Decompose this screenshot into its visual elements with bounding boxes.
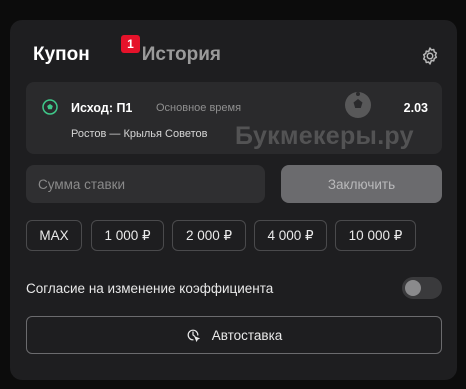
odds-change-consent-toggle[interactable] bbox=[402, 277, 442, 299]
place-bet-button[interactable]: Заключить bbox=[281, 165, 442, 203]
gear-icon bbox=[422, 47, 438, 65]
bet-period: Основное время bbox=[156, 102, 242, 114]
quick-stake-10000[interactable]: 10 000 ₽ bbox=[335, 220, 416, 251]
watermark-logo-icon bbox=[345, 92, 371, 118]
clock-cursor-icon bbox=[187, 329, 200, 342]
quick-stake-1000[interactable]: 1 000 ₽ bbox=[91, 220, 164, 251]
quick-stake-max[interactable]: MAX bbox=[26, 220, 82, 251]
quick-stake-2000[interactable]: 2 000 ₽ bbox=[172, 220, 246, 251]
soccer-ball-icon bbox=[42, 99, 58, 115]
toggle-knob bbox=[405, 280, 421, 296]
tab-coupon[interactable]: Купон 1 bbox=[33, 35, 140, 66]
tab-coupon-label: Купон bbox=[33, 44, 90, 65]
coupon-count-badge: 1 bbox=[121, 35, 140, 53]
coupon-tabs: Купон 1 История bbox=[33, 35, 221, 72]
odds-change-consent-label: Согласие на изменение коэффициента bbox=[26, 281, 274, 296]
stake-amount-input[interactable] bbox=[26, 165, 265, 203]
autobet-label: Автоставка bbox=[211, 327, 283, 343]
quick-stake-4000[interactable]: 4 000 ₽ bbox=[254, 220, 327, 251]
autobet-button[interactable]: Автоставка bbox=[26, 316, 442, 354]
watermark-text: Букмекеры.ру bbox=[235, 122, 414, 150]
settings-button[interactable] bbox=[419, 45, 441, 67]
bet-outcome: Исход: П1 bbox=[71, 101, 133, 115]
bet-coupon-panel: Купон 1 История Исход: П1 Основное время… bbox=[10, 20, 457, 380]
match-name: Ростов — Крылья Советов bbox=[71, 128, 208, 140]
tab-history[interactable]: История bbox=[142, 44, 221, 66]
bet-odds: 2.03 bbox=[403, 101, 428, 115]
